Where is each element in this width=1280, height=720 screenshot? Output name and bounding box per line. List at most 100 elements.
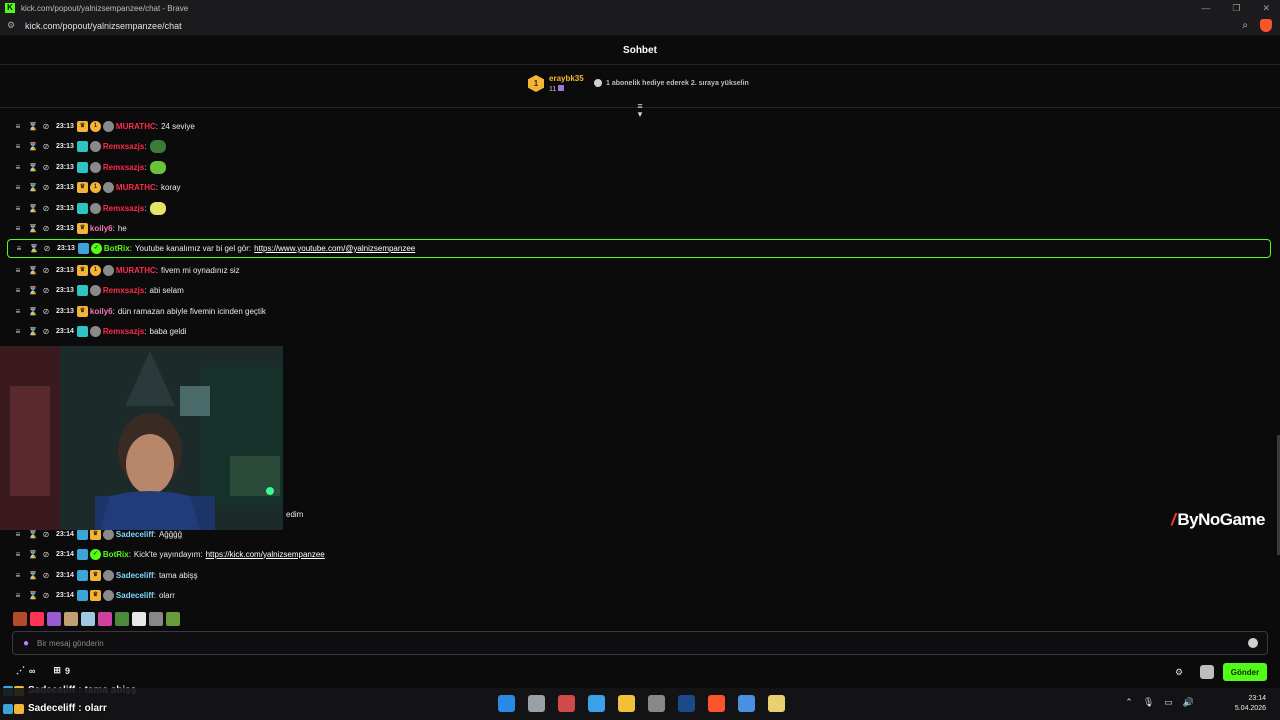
site-settings-icon[interactable]: ⚙: [7, 20, 17, 31]
username[interactable]: Remxsazjs: [103, 163, 144, 172]
pin-icon[interactable]: ≡: [14, 122, 22, 131]
settings-gear-icon[interactable]: ⚙: [1175, 667, 1183, 678]
username[interactable]: MURATHC: [116, 266, 156, 275]
timeout-icon[interactable]: ⌛: [28, 327, 38, 336]
emote-shortcut-icon[interactable]: [166, 612, 180, 626]
chat-message[interactable]: ≡ ⌛ ⊘ 23:13 ♛ 1 MURATHC: fivem mi oynadınız siz: [14, 262, 240, 278]
username[interactable]: BotRix: [104, 244, 130, 253]
maximize-button[interactable]: ❐: [1232, 0, 1240, 16]
username[interactable]: Sadeceliff: [116, 571, 154, 580]
pin-icon[interactable]: ≡: [14, 530, 22, 539]
emoji-icon[interactable]: [1248, 638, 1258, 648]
chat-message[interactable]: ≡ ⌛ ⊘ 23:13 ♛ 1 MURATHC: koray: [14, 179, 181, 195]
chat-message[interactable]: ≡ ⌛ ⊘ 23:13 ♛ 1 MURATHC:24 seviye: [14, 118, 195, 134]
timeout-icon[interactable]: ⌛: [28, 142, 38, 151]
ban-icon[interactable]: ⊘: [42, 204, 50, 213]
timeout-icon[interactable]: ⌛: [28, 530, 38, 539]
chat-message[interactable]: ≡ ⌛ ⊘ 23:14 ♛ Sadeceliff: tama abişş: [14, 567, 198, 583]
emote-shortcut-icon[interactable]: [47, 612, 61, 626]
taskbar-app-icon[interactable]: [528, 695, 545, 712]
chat-message[interactable]: ≡ ⌛ ⊘ 23:14 ♛ Sadeceliff: olarr: [14, 587, 175, 603]
chat-message[interactable]: ≡ ⌛ ⊘ 23:13 Remxsazjs:: [14, 138, 166, 154]
timeout-icon[interactable]: ⌛: [28, 204, 38, 213]
microphone-tray-icon[interactable]: 🎙: [1143, 697, 1154, 708]
timeout-icon[interactable]: ⌛: [28, 571, 38, 580]
ban-icon[interactable]: ⊘: [42, 571, 50, 580]
taskbar-app-icon[interactable]: [738, 695, 755, 712]
ban-icon[interactable]: ⊘: [42, 224, 50, 233]
ban-icon[interactable]: ⊘: [42, 163, 50, 172]
network-icon[interactable]: ▭: [1164, 697, 1173, 708]
chat-message[interactable]: ≡ ⌛ ⊘ 23:13 ✓ BotRix: Youtube kanalımız var bi…: [7, 239, 1271, 258]
url-text[interactable]: kick.com/popout/yalnizsempanzee/chat: [25, 21, 182, 31]
pin-icon[interactable]: ≡: [14, 163, 22, 172]
ban-icon[interactable]: ⊘: [42, 122, 50, 131]
brave-shields-icon[interactable]: [1260, 19, 1272, 32]
chat-input[interactable]: ● Bir mesaj gönderin: [12, 631, 1268, 655]
chat-input-placeholder[interactable]: Bir mesaj gönderin: [37, 639, 104, 648]
pin-icon[interactable]: ≡: [14, 286, 22, 295]
taskbar-app-icon[interactable]: [558, 695, 575, 712]
pin-icon[interactable]: ≡: [14, 183, 22, 192]
timeout-icon[interactable]: ⌛: [28, 591, 38, 600]
pin-icon[interactable]: ≡: [14, 204, 22, 213]
bot-icon[interactable]: [1200, 665, 1214, 679]
chat-message[interactable]: ≡ ⌛ ⊘ 23:13 ♛ koily6: he: [14, 220, 127, 236]
taskbar-app-icon[interactable]: [648, 695, 665, 712]
taskbar-app-icon[interactable]: [768, 695, 785, 712]
username[interactable]: Sadeceliff: [116, 530, 154, 539]
ban-icon[interactable]: ⊘: [42, 286, 50, 295]
emote-shortcut-icon[interactable]: [30, 612, 44, 626]
pin-icon[interactable]: ≡: [14, 550, 22, 559]
chat-message[interactable]: ≡ ⌛ ⊘ 23:13 Remxsazjs:: [14, 159, 166, 175]
ban-icon[interactable]: ⊘: [42, 550, 50, 559]
emote-shortcut-icon[interactable]: [81, 612, 95, 626]
taskbar-app-icon[interactable]: [618, 695, 635, 712]
timeout-icon[interactable]: ⌛: [28, 550, 38, 559]
message-link[interactable]: https://kick.com/yalnizsempanzee: [206, 550, 325, 559]
share-icon[interactable]: ⋰: [16, 665, 25, 676]
username[interactable]: koily6: [90, 224, 113, 233]
scroll-to-bottom-icon[interactable]: ≡ ▾: [635, 102, 645, 119]
username[interactable]: BotRix: [103, 550, 129, 559]
timeout-icon[interactable]: ⌛: [28, 183, 38, 192]
pin-icon[interactable]: ≡: [14, 266, 22, 275]
chevron-up-icon[interactable]: ⌃: [1125, 697, 1133, 708]
emote-shortcut-icon[interactable]: [64, 612, 78, 626]
timeout-icon[interactable]: ⌛: [28, 307, 38, 316]
pin-icon[interactable]: ≡: [14, 571, 22, 580]
message-link[interactable]: https://www.youtube.com/@yalnizsempanzee: [254, 244, 415, 253]
clock[interactable]: 23:14 5.04.2026: [1235, 694, 1266, 714]
username[interactable]: MURATHC: [116, 183, 156, 192]
emote-shortcut-icon[interactable]: [132, 612, 146, 626]
chat-message[interactable]: ≡ ⌛ ⊘ 23:13 Remxsazjs:: [14, 200, 166, 216]
ban-icon[interactable]: ⊘: [42, 142, 50, 151]
ban-icon[interactable]: ⊘: [42, 266, 50, 275]
pin-icon[interactable]: ≡: [14, 224, 22, 233]
timeout-icon[interactable]: ⌛: [28, 286, 38, 295]
pin-icon[interactable]: ≡: [14, 142, 22, 151]
ban-icon[interactable]: ⊘: [42, 530, 50, 539]
microphone-icon[interactable]: ●: [23, 638, 29, 649]
send-button[interactable]: Gönder: [1223, 663, 1267, 681]
pin-icon[interactable]: ≡: [14, 327, 22, 336]
minimize-button[interactable]: —: [1201, 0, 1210, 16]
username[interactable]: Sadeceliff: [116, 591, 154, 600]
gift-box-icon[interactable]: ⊞: [53, 665, 61, 676]
close-button[interactable]: ✕: [1262, 0, 1270, 16]
taskbar-app-icon[interactable]: [588, 695, 605, 712]
volume-icon[interactable]: 🔊: [1183, 697, 1194, 708]
ban-icon[interactable]: ⊘: [42, 183, 50, 192]
emote-shortcut-icon[interactable]: [115, 612, 129, 626]
zoom-search-icon[interactable]: ⌕: [1242, 20, 1248, 31]
top-gifter[interactable]: 1 eraybk35 11: [528, 74, 584, 93]
ban-icon[interactable]: ⊘: [42, 327, 50, 336]
username[interactable]: Remxsazjs: [103, 327, 144, 336]
address-bar[interactable]: ⚙ kick.com/popout/yalnizsempanzee/chat ⌕: [0, 16, 1280, 36]
taskbar-app-icon[interactable]: [708, 695, 725, 712]
pin-icon[interactable]: ≡: [14, 591, 22, 600]
infinity-indicator[interactable]: ∞: [29, 666, 35, 676]
username[interactable]: koily6: [90, 307, 113, 316]
taskbar-app-icon[interactable]: [678, 695, 695, 712]
timeout-icon[interactable]: ⌛: [28, 266, 38, 275]
